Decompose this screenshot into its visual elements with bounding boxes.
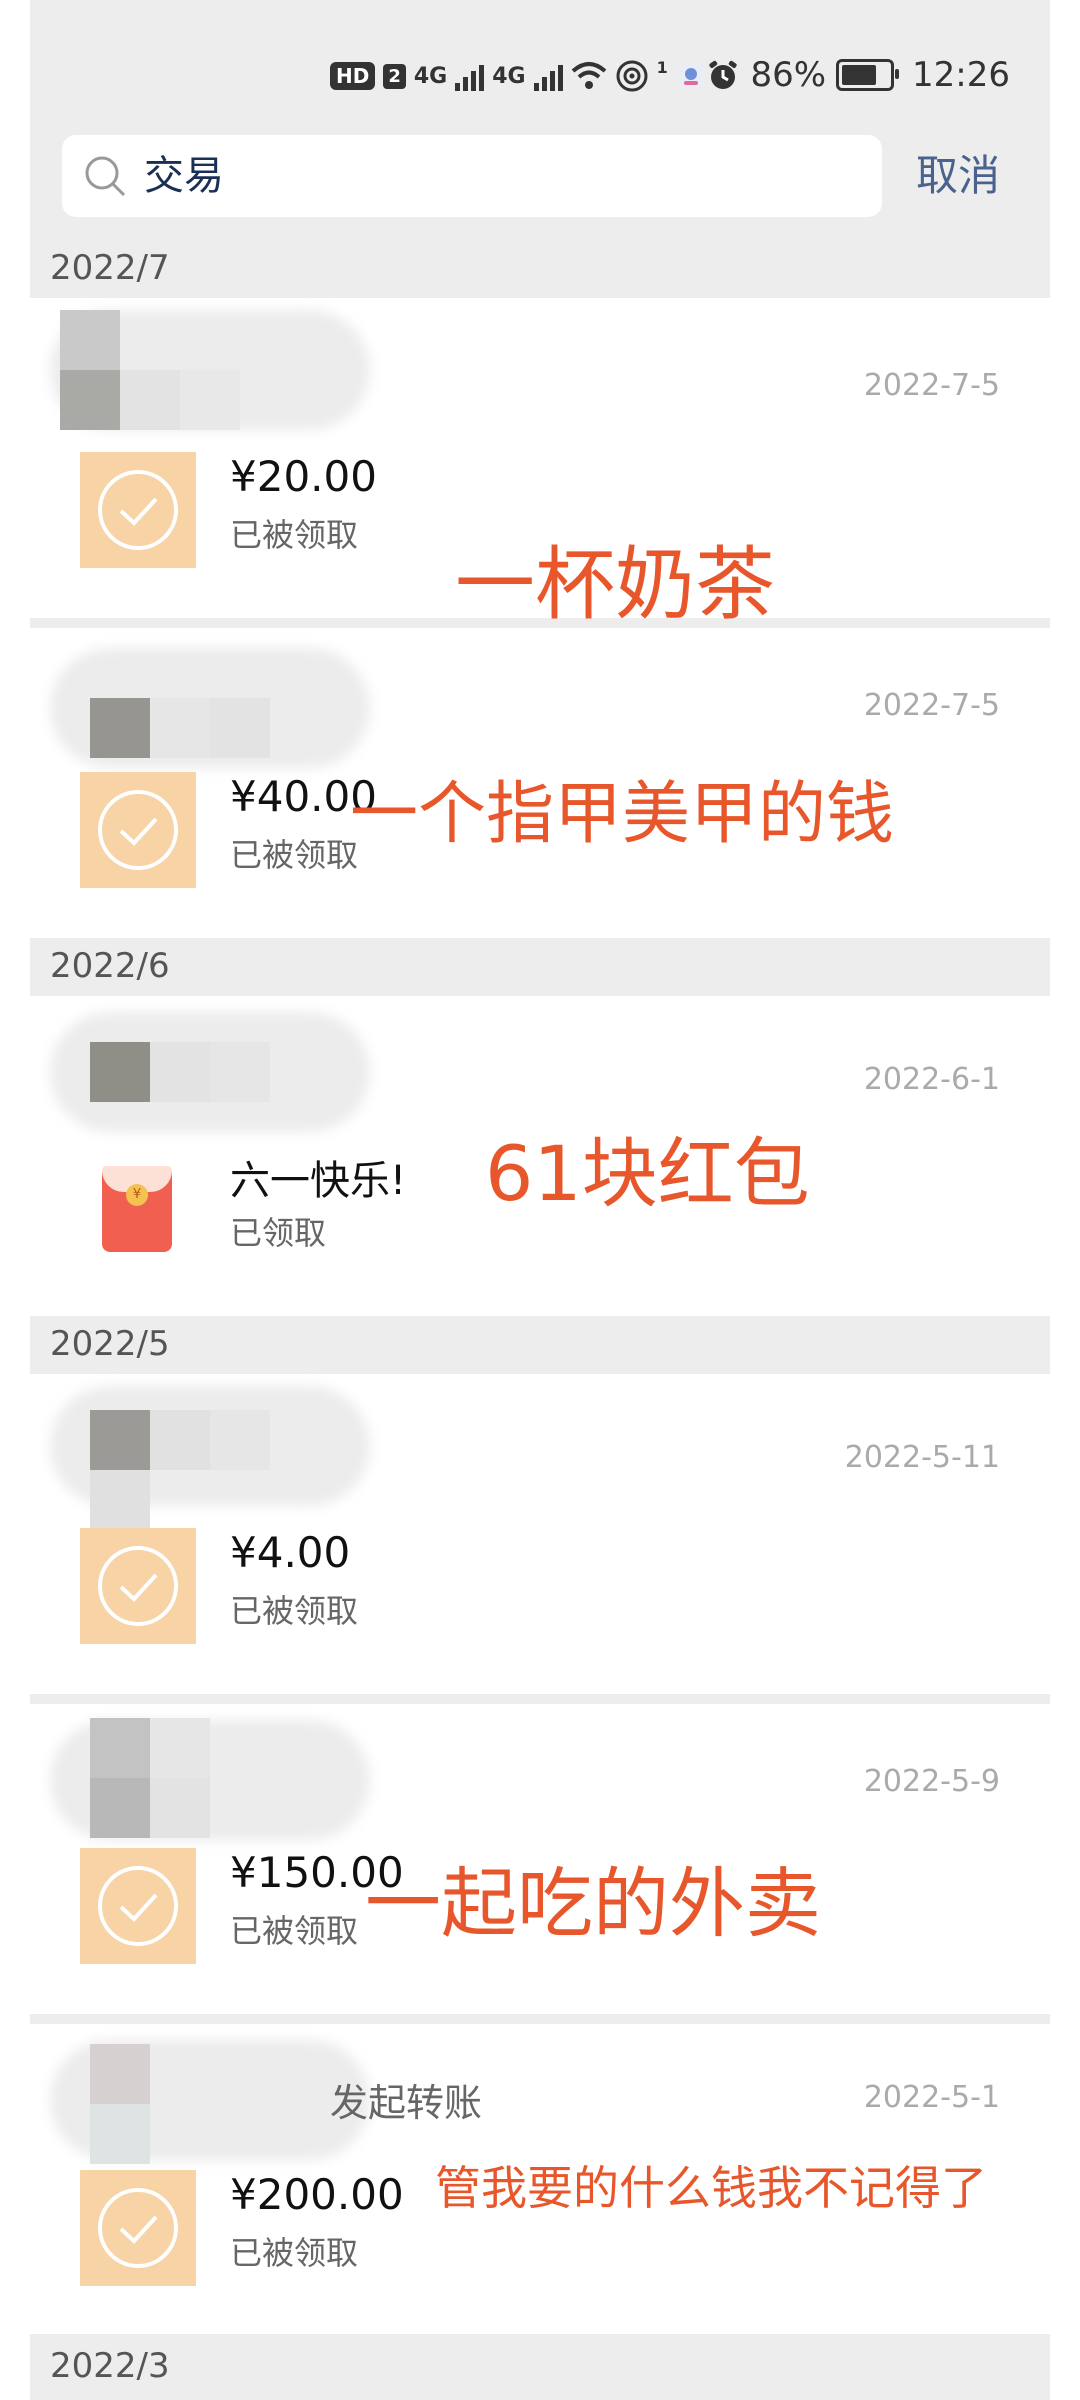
right-margin: [1050, 0, 1080, 2400]
transaction-amount: ¥20.00: [230, 452, 377, 501]
alarm-icon: [709, 60, 738, 89]
month-label: 2022/5: [50, 1324, 170, 1364]
app-notification-icon: [678, 64, 703, 88]
network-label-2: 4G: [492, 63, 526, 89]
transaction-status: 已被领取: [230, 2234, 359, 2272]
status-right: 86% 12:26: [706, 50, 1010, 100]
red-packet-icon: ¥: [102, 1166, 172, 1252]
status-icons: HD 2 4G 4G 1: [330, 54, 706, 98]
transfer-caption: 发起转账: [330, 2081, 483, 2125]
signal-icon-2: [533, 61, 563, 91]
transaction-date: 2022-5-9: [863, 1764, 1000, 1799]
search-icon: [85, 156, 126, 197]
transaction-item[interactable]: 2022-7-5 ¥40.00 已被领取 一个指甲美甲的钱: [30, 628, 1050, 938]
red-packet-message: 六一快乐!: [230, 1158, 407, 1204]
search-input[interactable]: 交易: [62, 135, 882, 217]
status-bar: HD 2 4G 4G 1 86% 12:26: [30, 0, 1050, 150]
received-check-icon: [80, 452, 196, 568]
wifi-icon: [571, 62, 606, 89]
transaction-status: 已被领取: [230, 516, 359, 554]
transaction-status: 已被领取: [230, 1912, 359, 1950]
handwritten-note: 一起吃的外卖: [365, 1859, 821, 1948]
transaction-status: 已被领取: [230, 836, 359, 874]
month-header: 2022/3: [30, 2338, 1050, 2396]
handwritten-note: 61块红包: [485, 1129, 810, 1218]
transaction-item[interactable]: 2022-6-1 ¥ 六一快乐! 已领取 61块红包: [30, 996, 1050, 1316]
battery-icon: [836, 59, 900, 91]
battery-percent: 86%: [750, 55, 827, 95]
transaction-date: 2022-7-5: [863, 368, 1000, 403]
received-check-icon: [80, 772, 196, 888]
month-header: 2022/5: [30, 1316, 1050, 1374]
cancel-button[interactable]: 取消: [916, 148, 1000, 204]
received-check-icon: [80, 1848, 196, 1964]
transaction-item[interactable]: 2022-5-11 ¥4.00 已被领取: [30, 1374, 1050, 1694]
transaction-date: 2022-7-5: [863, 688, 1000, 723]
clock: 12:26: [912, 55, 1010, 95]
transaction-date: 2022-5-11: [844, 1440, 1000, 1475]
transaction-amount: ¥4.00: [230, 1528, 351, 1577]
signal-icon: [455, 61, 485, 91]
transaction-date: 2022-6-1: [863, 1062, 1000, 1097]
month-label: 2022/7: [50, 248, 170, 288]
battery-fill: [842, 65, 877, 85]
month-header: 2022/7: [30, 240, 1050, 298]
month-header: 2022/6: [30, 938, 1050, 996]
transaction-item[interactable]: 2022-5-9 ¥150.00 已被领取 一起吃的外卖: [30, 1704, 1050, 2014]
hd-icon: HD: [330, 62, 376, 90]
handwritten-note: 一个指甲美甲的钱: [350, 775, 895, 854]
received-check-icon: [80, 1528, 196, 1644]
left-margin: [0, 0, 30, 2400]
transfer-history-screen: HD 2 4G 4G 1 86% 12:26 交易 取消 2022/7 2022: [30, 0, 1050, 2400]
transaction-status: 已被领取: [230, 1592, 359, 1630]
handwritten-note: 管我要的什么钱我不记得了: [435, 2161, 987, 2215]
transaction-item[interactable]: 发起转账 2022-5-1 ¥200.00 已被领取 管我要的什么钱我不记得了: [30, 2024, 1050, 2334]
network-label: 4G: [413, 63, 448, 89]
sim-icon: 2: [383, 63, 406, 89]
hotspot-icon: [616, 60, 648, 92]
wifi-superscript: 1: [656, 57, 668, 77]
transaction-amount: ¥200.00: [230, 2170, 404, 2219]
transaction-status: 已领取: [230, 1214, 327, 1252]
handwritten-note: 一杯奶茶: [455, 538, 775, 631]
transaction-item[interactable]: 2022-7-5 ¥20.00 已被领取 一杯奶茶: [30, 298, 1050, 631]
received-check-icon: [80, 2170, 196, 2286]
month-label: 2022/6: [50, 946, 170, 986]
search-query[interactable]: 交易: [144, 151, 224, 201]
transaction-date: 2022-5-1: [863, 2080, 1000, 2115]
month-label: 2022/3: [50, 2346, 170, 2386]
